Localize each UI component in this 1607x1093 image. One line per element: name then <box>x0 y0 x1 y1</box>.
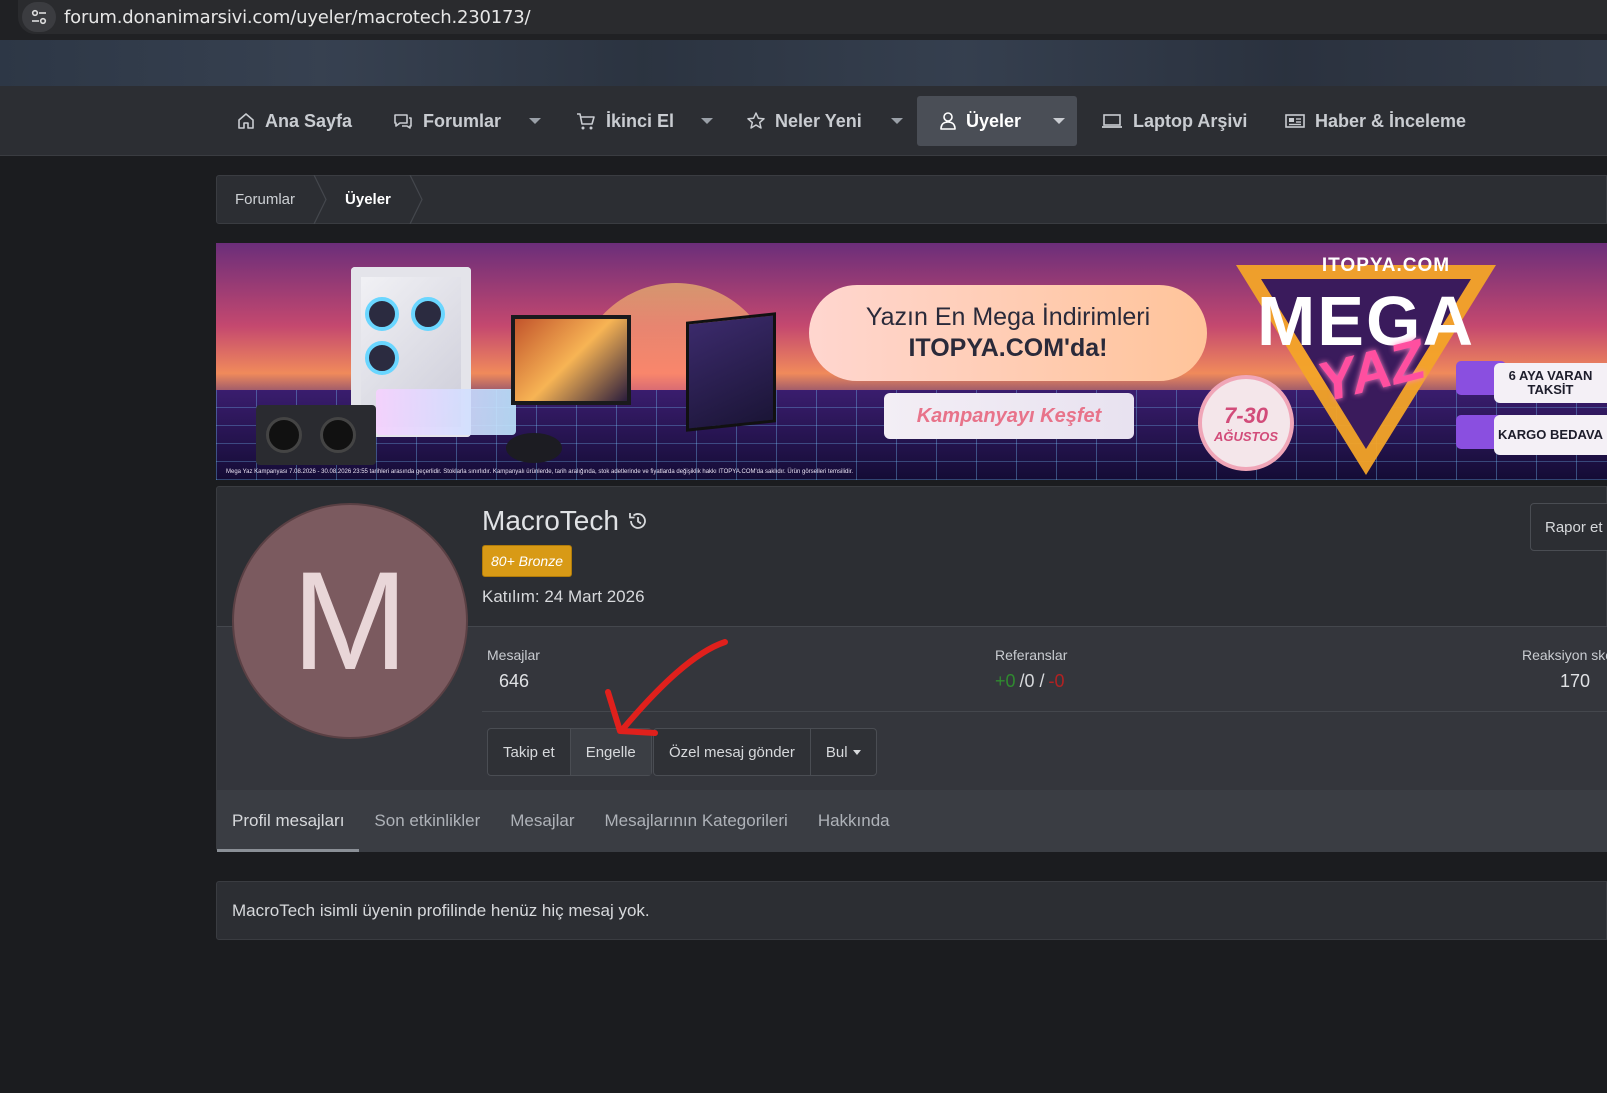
free-shipping-badge: KARGO BEDAVA <box>1494 415 1607 455</box>
history-icon[interactable] <box>627 510 649 532</box>
browser-url-bar: forum.donanimarsivi.com/uyeler/macrotech… <box>0 0 1607 40</box>
nav-item-label: Haber & İnceleme <box>1315 110 1467 131</box>
second-hand-dropdown-toggle[interactable] <box>692 96 722 146</box>
username-row: MacroTech <box>482 505 649 537</box>
stat-value[interactable]: 646 <box>487 671 540 692</box>
reference-negative: -0 <box>1048 671 1065 691</box>
chevron-right-icon <box>313 175 327 224</box>
join-date: Katılım: 24 Mart 2026 <box>482 587 645 606</box>
banner-disclaimer: Mega Yaz Kampanyası 7.08.2026 - 30.08.20… <box>226 469 854 475</box>
reference-neutral: /0 / <box>1019 671 1045 691</box>
message-find-group: Özel mesaj gönder Bul <box>653 728 877 776</box>
avatar[interactable]: M <box>232 503 468 739</box>
stat-label: Referanslar <box>995 647 1068 663</box>
follow-block-group: Takip et Engelle <box>487 728 652 776</box>
nav-item-label: Forumlar <box>423 110 502 131</box>
forums-dropdown-toggle[interactable] <box>520 96 550 146</box>
chevron-down-icon <box>891 118 903 124</box>
fan-image <box>411 297 445 331</box>
main-navigation: Ana Sayfa Forumlar İkinci El Neler Yeni … <box>0 86 1607 156</box>
report-button[interactable]: Rapor et <box>1530 503 1607 551</box>
promo-headline: Yazın En Mega İndirimleri ITOPYA.COM'da! <box>809 285 1207 381</box>
nav-item-forums[interactable]: Forumlar <box>392 96 501 146</box>
graphics-card-image <box>256 405 376 465</box>
keyboard-image <box>376 389 516 435</box>
follow-button[interactable]: Takip et <box>488 729 571 775</box>
site-settings-icon[interactable] <box>22 2 56 32</box>
user-icon <box>940 112 956 130</box>
nav-item-label: Üyeler <box>966 110 1022 131</box>
monitor-image <box>511 315 631 405</box>
breadcrumb-members[interactable]: Üyeler <box>327 176 409 223</box>
banner-products-image <box>256 267 776 467</box>
nav-item-whats-new[interactable]: Neler Yeni <box>746 96 862 146</box>
stat-value[interactable]: 170 <box>1522 671 1607 692</box>
promo-headline-line-1: Yazın En Mega İndirimleri <box>865 303 1151 331</box>
advertisement-banner[interactable]: Yazın En Mega İndirimleri ITOPYA.COM'da!… <box>216 243 1607 480</box>
stat-label: Reaksiyon skoru <box>1522 647 1607 663</box>
cart-icon <box>577 113 595 130</box>
stat-label: Mesajlar <box>487 647 540 663</box>
find-label: Bul <box>825 743 848 761</box>
url-text[interactable]: forum.donanimarsivi.com/uyeler/macrotech… <box>64 7 531 28</box>
tab-message-categories[interactable]: Mesajlarının Kategorileri <box>590 790 803 852</box>
profile-tabs: Profil mesajları Son etkinlikler Mesajla… <box>217 790 1607 852</box>
nav-item-label: İkinci El <box>606 110 675 131</box>
nav-item-home[interactable]: Ana Sayfa <box>236 96 352 146</box>
chat-icon <box>394 114 412 129</box>
breadcrumb: Forumlar Üyeler <box>216 175 1607 224</box>
nav-item-label: Neler Yeni <box>775 110 862 131</box>
site-header-background <box>0 40 1607 86</box>
nav-item-label: Ana Sayfa <box>265 110 353 131</box>
banner-brand: ITOPYA.COM <box>1321 255 1451 276</box>
reference-values[interactable]: +0 /0 / -0 <box>995 671 1067 692</box>
username: MacroTech <box>482 505 619 536</box>
tab-profile-posts[interactable]: Profil mesajları <box>217 790 360 852</box>
tab-latest-activity[interactable]: Son etkinlikler <box>359 790 495 852</box>
promo-headline-line-2: ITOPYA.COM'da! <box>908 334 1108 362</box>
chevron-down-icon <box>529 118 541 124</box>
nav-item-second-hand[interactable]: İkinci El <box>575 96 674 146</box>
fan-image <box>365 341 399 375</box>
fan-image <box>365 297 399 331</box>
caret-down-icon <box>852 749 861 755</box>
home-icon <box>238 113 254 129</box>
nav-item-laptop-archive[interactable]: Laptop Arşivi <box>1100 96 1247 146</box>
address-box[interactable]: forum.donanimarsivi.com/uyeler/macrotech… <box>18 0 1607 34</box>
member-profile-card: M MacroTech 80+ Bronze Katılım: 24 Mart … <box>216 486 1607 852</box>
stat-references: Referanslar +0 /0 / -0 <box>995 647 1067 692</box>
laptop-image <box>686 312 776 432</box>
mouse-image <box>506 433 562 463</box>
breadcrumb-forums[interactable]: Forumlar <box>217 176 313 223</box>
reference-positive: +0 <box>995 671 1016 691</box>
nav-item-members[interactable]: Üyeler <box>917 96 1077 146</box>
nav-item-label: Laptop Arşivi <box>1133 110 1248 131</box>
promo-date-badge: 7-30 AĞUSTOS <box>1198 375 1294 471</box>
promo-cta-button[interactable]: Kampanyayı Keşfet <box>884 393 1134 439</box>
tab-messages[interactable]: Mesajlar <box>495 790 589 852</box>
tab-about[interactable]: Hakkında <box>803 790 905 852</box>
promo-date-month: AĞUSTOS <box>1213 428 1279 444</box>
laptop-icon <box>1102 114 1122 128</box>
rank-badge: 80+ Bronze <box>482 545 572 577</box>
star-icon <box>747 112 765 129</box>
find-dropdown-button[interactable]: Bul <box>811 729 876 775</box>
empty-profile-posts-message: MacroTech isimli üyenin profilinde henüz… <box>216 881 1607 940</box>
chevron-right-icon <box>409 175 423 224</box>
stat-messages: Mesajlar 646 <box>487 647 540 692</box>
whats-new-dropdown-toggle[interactable] <box>882 96 912 146</box>
stat-reaction-score: Reaksiyon skoru 170 <box>1522 647 1607 692</box>
chevron-down-icon[interactable] <box>1053 118 1065 124</box>
nav-item-news-reviews[interactable]: Haber & İnceleme <box>1284 96 1466 146</box>
divider <box>482 711 1607 712</box>
block-button[interactable]: Engelle <box>570 729 651 775</box>
chevron-down-icon <box>701 118 713 124</box>
newspaper-icon <box>1285 114 1305 128</box>
send-private-message-button[interactable]: Özel mesaj gönder <box>654 729 811 775</box>
promo-date-range: 7-30 <box>1223 402 1269 428</box>
installments-badge: 6 AYA VARAN TAKSİT <box>1494 363 1607 403</box>
